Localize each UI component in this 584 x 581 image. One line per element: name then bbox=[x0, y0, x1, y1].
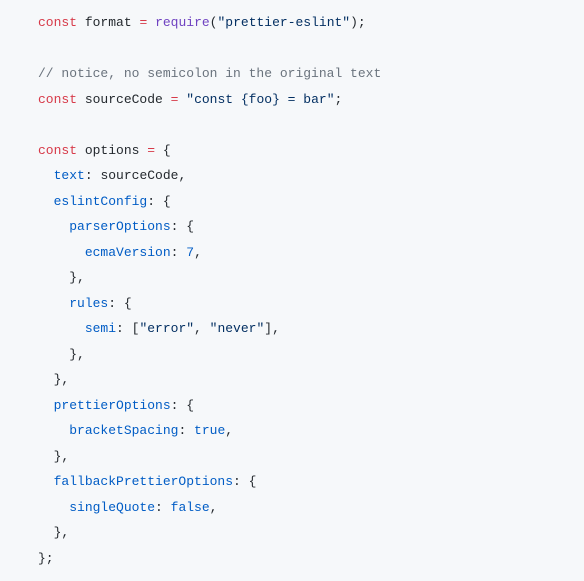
code-line: const options = { bbox=[38, 138, 584, 164]
code-token bbox=[147, 15, 155, 30]
code-line: }, bbox=[38, 265, 584, 291]
code-token: rules bbox=[69, 296, 108, 311]
code-line: eslintConfig: { bbox=[38, 189, 584, 215]
code-token: singleQuote bbox=[69, 500, 155, 515]
code-token: : { bbox=[171, 219, 194, 234]
code-token: "const {foo} = bar" bbox=[186, 92, 334, 107]
code-line: }, bbox=[38, 444, 584, 470]
code-line: }, bbox=[38, 342, 584, 368]
code-token: : bbox=[171, 245, 187, 260]
code-token bbox=[38, 474, 54, 489]
code-token bbox=[38, 245, 85, 260]
code-token: parserOptions bbox=[69, 219, 170, 234]
code-token: , bbox=[178, 168, 186, 183]
code-token bbox=[38, 500, 69, 515]
code-line: // notice, no semicolon in the original … bbox=[38, 61, 584, 87]
code-token: text bbox=[54, 168, 85, 183]
code-line: }, bbox=[38, 520, 584, 546]
code-token: , bbox=[194, 321, 210, 336]
code-line: prettierOptions: { bbox=[38, 393, 584, 419]
code-line: const format = require("prettier-eslint"… bbox=[38, 10, 584, 36]
code-block: const format = require("prettier-eslint"… bbox=[0, 0, 584, 581]
code-token: "never" bbox=[210, 321, 265, 336]
code-token bbox=[38, 321, 85, 336]
code-token: ecmaVersion bbox=[85, 245, 171, 260]
code-token: : bbox=[178, 423, 194, 438]
code-line: bracketSpacing: true, bbox=[38, 418, 584, 444]
code-token: fallbackPrettierOptions bbox=[54, 474, 233, 489]
code-token: { bbox=[163, 143, 171, 158]
code-token: const bbox=[38, 143, 77, 158]
code-token: }, bbox=[69, 347, 85, 362]
code-token bbox=[38, 219, 69, 234]
code-token: }, bbox=[54, 372, 70, 387]
code-token: : { bbox=[147, 194, 170, 209]
code-token: }, bbox=[54, 525, 70, 540]
code-token: eslintConfig bbox=[54, 194, 148, 209]
code-token bbox=[38, 398, 54, 413]
code-token: const bbox=[38, 15, 77, 30]
code-line bbox=[38, 36, 584, 62]
code-line: semi: ["error", "never"], bbox=[38, 316, 584, 342]
code-token: : { bbox=[171, 398, 194, 413]
code-token bbox=[38, 194, 54, 209]
code-token: }, bbox=[69, 270, 85, 285]
code-token: , bbox=[194, 245, 202, 260]
code-line bbox=[38, 112, 584, 138]
code-token: : { bbox=[233, 474, 256, 489]
code-token: ; bbox=[335, 92, 343, 107]
code-token: require bbox=[155, 15, 210, 30]
code-line: }, bbox=[38, 367, 584, 393]
code-token bbox=[38, 296, 69, 311]
code-token: sourceCode bbox=[100, 168, 178, 183]
code-token: 7 bbox=[186, 245, 194, 260]
code-token: "error" bbox=[139, 321, 194, 336]
code-token: const bbox=[38, 92, 77, 107]
code-token: , bbox=[210, 500, 218, 515]
code-token: = bbox=[147, 143, 155, 158]
code-line: parserOptions: { bbox=[38, 214, 584, 240]
code-token bbox=[38, 372, 54, 387]
code-token bbox=[38, 347, 69, 362]
code-line: fallbackPrettierOptions: { bbox=[38, 469, 584, 495]
code-line: text: sourceCode, bbox=[38, 163, 584, 189]
code-line: const sourceCode = "const {foo} = bar"; bbox=[38, 87, 584, 113]
code-token: }; bbox=[38, 551, 54, 566]
code-token: : bbox=[85, 168, 101, 183]
code-token: // notice, no semicolon in the original … bbox=[38, 66, 381, 81]
code-token: false bbox=[171, 500, 210, 515]
code-token bbox=[155, 143, 163, 158]
code-token: semi bbox=[85, 321, 116, 336]
code-token: bracketSpacing bbox=[69, 423, 178, 438]
code-token: prettierOptions bbox=[54, 398, 171, 413]
code-token: true bbox=[194, 423, 225, 438]
code-token: "prettier-eslint" bbox=[217, 15, 350, 30]
code-line: singleQuote: false, bbox=[38, 495, 584, 521]
code-line: }; bbox=[38, 546, 584, 572]
code-token: }, bbox=[54, 449, 70, 464]
code-token bbox=[38, 449, 54, 464]
code-token: ); bbox=[350, 15, 366, 30]
code-token: format bbox=[77, 15, 139, 30]
code-token: : [ bbox=[116, 321, 139, 336]
code-token bbox=[38, 525, 54, 540]
code-line: rules: { bbox=[38, 291, 584, 317]
code-token: : bbox=[155, 500, 171, 515]
code-token bbox=[38, 270, 69, 285]
code-token: sourceCode bbox=[77, 92, 171, 107]
code-token: : { bbox=[108, 296, 131, 311]
code-token: options bbox=[77, 143, 147, 158]
code-token: ], bbox=[264, 321, 280, 336]
code-token bbox=[38, 168, 54, 183]
code-token bbox=[38, 423, 69, 438]
code-token: , bbox=[225, 423, 233, 438]
code-line: ecmaVersion: 7, bbox=[38, 240, 584, 266]
